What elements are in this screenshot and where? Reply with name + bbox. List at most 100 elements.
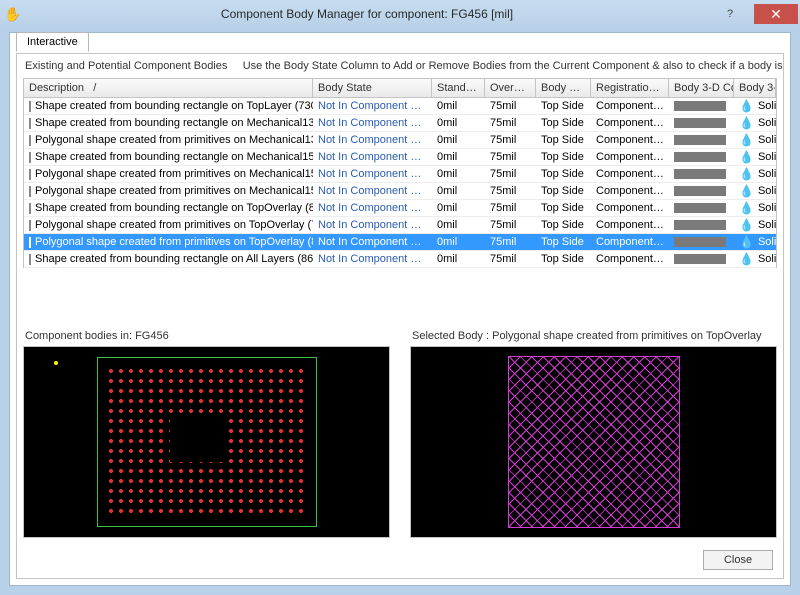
row-checkbox[interactable] — [29, 169, 31, 180]
cell-body-state[interactable]: Not In Component FG456 — [313, 184, 432, 198]
cell-body-state[interactable]: Not In Component FG456 — [313, 167, 432, 181]
col-description[interactable]: Description / — [24, 79, 313, 97]
cell-projection: Top Side — [536, 201, 591, 215]
cell-3d-model[interactable]: 💧Solid — [734, 132, 776, 148]
cell-body-state[interactable]: Not In Component FG456 — [313, 116, 432, 130]
row-checkbox[interactable] — [29, 186, 31, 197]
tab-interactive[interactable]: Interactive — [16, 32, 89, 52]
preview-left-canvas — [23, 346, 390, 538]
cell-description: Shape created from bounding rectangle on… — [35, 117, 313, 129]
row-checkbox[interactable] — [29, 220, 31, 231]
color-swatch-icon — [674, 203, 726, 213]
table-row[interactable]: Polygonal shape created from primitives … — [24, 234, 776, 251]
cell-3d-color[interactable] — [669, 151, 734, 163]
cell-3d-model[interactable]: 💧Solid — [734, 234, 776, 250]
close-button[interactable]: Close — [703, 550, 773, 570]
droplet-icon: 💧 — [739, 252, 754, 266]
cell-3d-color[interactable] — [669, 185, 734, 197]
row-checkbox[interactable] — [29, 203, 31, 214]
cell-overall: 75mil — [485, 133, 536, 147]
cell-3d-color[interactable] — [669, 202, 734, 214]
droplet-icon: 💧 — [739, 150, 754, 164]
instruction-lead: Existing and Potential Component Bodies — [25, 60, 227, 72]
cell-body-state[interactable]: Not In Component FG456 — [313, 252, 432, 266]
row-checkbox[interactable] — [29, 152, 31, 163]
cell-standoff: 0mil — [432, 133, 485, 147]
cell-registration: ComponentBody — [591, 150, 669, 164]
table-row[interactable]: Polygonal shape created from primitives … — [24, 132, 776, 149]
droplet-icon: 💧 — [739, 116, 754, 130]
cell-overall: 75mil — [485, 201, 536, 215]
cell-body-state[interactable]: Not In Component FG456 — [313, 150, 432, 164]
cell-registration: ComponentBody — [591, 167, 669, 181]
cell-3d-model[interactable]: 💧Solid — [734, 98, 776, 114]
bodies-grid[interactable]: Description / Body State Standoff H... O… — [23, 78, 777, 268]
col-overall[interactable]: Overall H... — [485, 79, 536, 97]
col-body-state[interactable]: Body State — [313, 79, 432, 97]
cell-3d-color[interactable] — [669, 134, 734, 146]
col-standoff[interactable]: Standoff H... — [432, 79, 485, 97]
row-checkbox[interactable] — [29, 237, 31, 248]
cell-3d-model[interactable]: 💧Solid — [734, 217, 776, 233]
cell-body-state[interactable]: Not In Component FG456 — [313, 218, 432, 232]
cell-body-state[interactable]: Not In Component FG456 — [313, 235, 432, 249]
cell-3d-color[interactable] — [669, 100, 734, 112]
cell-registration: ComponentBody — [591, 99, 669, 113]
instruction-rest: Use the Body State Column to Add or Remo… — [243, 60, 783, 72]
cell-3d-model[interactable]: 💧Solid — [734, 149, 776, 165]
window-close-button[interactable]: ✕ — [754, 4, 798, 24]
cell-description: Polygonal shape created from primitives … — [35, 219, 313, 231]
cell-projection: Top Side — [536, 167, 591, 181]
color-swatch-icon — [674, 101, 726, 111]
cell-description: Shape created from bounding rectangle on… — [35, 100, 313, 112]
cell-3d-color[interactable] — [669, 236, 734, 248]
preview-area: Component bodies in: FG456 Selected Body… — [23, 330, 777, 538]
cell-3d-model[interactable]: 💧Solid — [734, 115, 776, 131]
preview-right: Selected Body : Polygonal shape created … — [410, 330, 777, 538]
grid-header[interactable]: Description / Body State Standoff H... O… — [24, 79, 776, 98]
cell-3d-model[interactable]: 💧Solid — [734, 166, 776, 182]
table-row[interactable]: Polygonal shape created from primitives … — [24, 217, 776, 234]
cell-overall: 75mil — [485, 218, 536, 232]
row-checkbox[interactable] — [29, 101, 31, 112]
table-row[interactable]: Polygonal shape created from primitives … — [24, 166, 776, 183]
table-row[interactable]: Shape created from bounding rectangle on… — [24, 200, 776, 217]
cell-3d-model[interactable]: 💧Solid — [734, 200, 776, 216]
table-row[interactable]: Polygonal shape created from primitives … — [24, 183, 776, 200]
cell-3d-color[interactable] — [669, 219, 734, 231]
cell-body-state[interactable]: Not In Component FG456 — [313, 99, 432, 113]
color-swatch-icon — [674, 186, 726, 196]
row-checkbox[interactable] — [29, 254, 31, 265]
cell-overall: 75mil — [485, 235, 536, 249]
help-button[interactable]: ? — [708, 4, 752, 24]
cell-standoff: 0mil — [432, 99, 485, 113]
col-projection[interactable]: Body Proje... — [536, 79, 591, 97]
droplet-icon: 💧 — [739, 218, 754, 232]
cell-overall: 75mil — [485, 99, 536, 113]
cell-3d-color[interactable] — [669, 253, 734, 265]
cell-body-state[interactable]: Not In Component FG456 — [313, 133, 432, 147]
color-swatch-icon — [674, 118, 726, 128]
cell-3d-model[interactable]: 💧Solid — [734, 251, 776, 267]
color-swatch-icon — [674, 237, 726, 247]
col-registration[interactable]: Registration La... — [591, 79, 669, 97]
table-row[interactable]: Shape created from bounding rectangle on… — [24, 149, 776, 166]
table-row[interactable]: Shape created from bounding rectangle on… — [24, 115, 776, 132]
color-swatch-icon — [674, 135, 726, 145]
cell-3d-model[interactable]: 💧Solid — [734, 183, 776, 199]
row-checkbox[interactable] — [29, 135, 31, 146]
droplet-icon: 💧 — [739, 99, 754, 113]
cell-registration: ComponentBody — [591, 218, 669, 232]
col-3d-model[interactable]: Body 3-D ... — [734, 79, 776, 97]
cell-overall: 75mil — [485, 116, 536, 130]
cell-registration: ComponentBody — [591, 133, 669, 147]
cell-body-state[interactable]: Not In Component FG456 — [313, 201, 432, 215]
cell-description: Shape created from bounding rectangle on… — [35, 151, 313, 163]
cell-3d-color[interactable] — [669, 168, 734, 180]
table-row[interactable]: Shape created from bounding rectangle on… — [24, 251, 776, 268]
col-3d-color[interactable]: Body 3-D Co... — [669, 79, 734, 97]
preview-left: Component bodies in: FG456 — [23, 330, 390, 538]
cell-3d-color[interactable] — [669, 117, 734, 129]
row-checkbox[interactable] — [29, 118, 31, 129]
table-row[interactable]: Shape created from bounding rectangle on… — [24, 98, 776, 115]
